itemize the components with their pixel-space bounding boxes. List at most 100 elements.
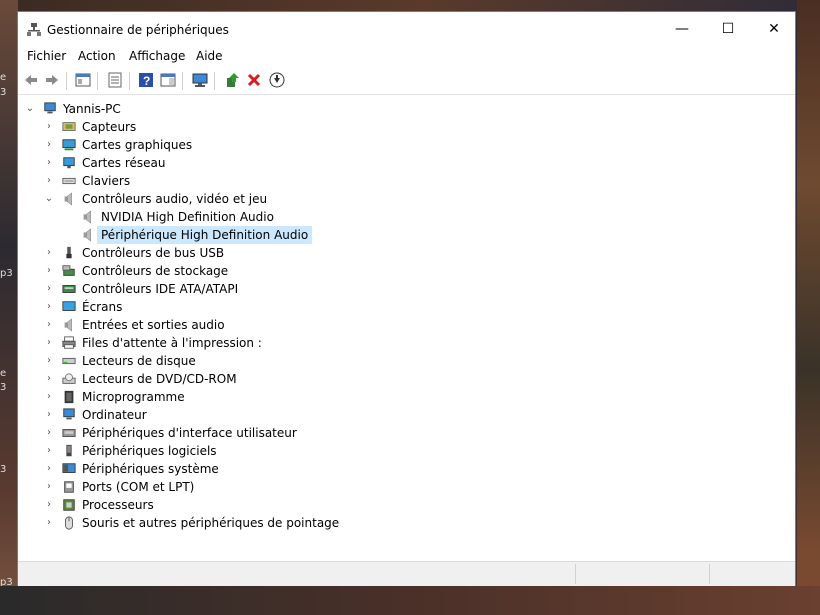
tree-category[interactable]: › Capteurs bbox=[19, 118, 794, 136]
tree-category[interactable]: › Périphériques système bbox=[19, 460, 794, 478]
desktop-text-fragment: 3 bbox=[0, 87, 7, 98]
device-tree: ⌄ Yannis-PC › Capteurs › Cartes graphiques › Ca… bbox=[19, 96, 794, 569]
tree-category[interactable]: › Écrans bbox=[19, 298, 794, 316]
properties-button[interactable] bbox=[107, 72, 123, 88]
speaker-icon bbox=[83, 228, 91, 242]
expand-chevron-icon[interactable]: › bbox=[44, 481, 54, 493]
forward-button[interactable] bbox=[44, 72, 60, 88]
view-button[interactable] bbox=[160, 72, 176, 88]
expand-chevron-icon[interactable]: › bbox=[44, 121, 54, 133]
speaker-icon bbox=[64, 318, 72, 332]
minimize-button[interactable]: — bbox=[659, 12, 705, 45]
red-x-icon bbox=[247, 73, 261, 87]
expand-chevron-icon[interactable]: › bbox=[44, 499, 54, 511]
expand-chevron-icon[interactable]: › bbox=[44, 445, 54, 457]
show-hide-console-button[interactable] bbox=[75, 72, 91, 88]
tree-item-label: Lecteurs de DVD/CD-ROM bbox=[82, 372, 237, 386]
maximize-button[interactable]: ☐ bbox=[705, 12, 751, 45]
desktop-bottom-edge bbox=[0, 586, 820, 615]
tree-category[interactable]: › Ports (COM et LPT) bbox=[19, 478, 794, 496]
download-button[interactable] bbox=[269, 72, 285, 88]
system-device-icon bbox=[62, 463, 76, 473]
menu-affichage[interactable]: Affichage bbox=[129, 49, 185, 63]
expand-chevron-icon[interactable]: › bbox=[44, 355, 54, 367]
dvd-icon bbox=[62, 373, 76, 384]
properties-icon bbox=[108, 72, 122, 88]
tree-item-label: Ports (COM et LPT) bbox=[82, 480, 195, 494]
expand-chevron-icon[interactable]: › bbox=[44, 517, 54, 529]
storage-icon bbox=[62, 265, 75, 276]
tree-category[interactable]: › Contrôleurs de stockage bbox=[19, 262, 794, 280]
tree-item-label: Périphériques d'interface utilisateur bbox=[82, 426, 297, 440]
expand-chevron-icon[interactable]: › bbox=[44, 427, 54, 439]
toolbar-separator bbox=[66, 72, 67, 90]
device-manager-window: Gestionnaire de périphériques — ☐ ✕ Fich… bbox=[17, 11, 796, 586]
tree-item-label: Périphériques système bbox=[82, 462, 219, 476]
expand-chevron-icon[interactable]: › bbox=[44, 409, 54, 421]
firmware-icon bbox=[64, 390, 74, 404]
expand-chevron-icon[interactable]: › bbox=[44, 391, 54, 403]
scan-hardware-button[interactable] bbox=[192, 72, 208, 88]
scan-monitor-icon bbox=[192, 73, 208, 87]
update-driver-button[interactable] bbox=[224, 72, 240, 88]
tree-category[interactable]: › Lecteurs de DVD/CD-ROM bbox=[19, 370, 794, 388]
tree-category[interactable]: › Entrées et sorties audio bbox=[19, 316, 794, 334]
tree-item-label: Ordinateur bbox=[82, 408, 147, 422]
tree-root[interactable]: ⌄ Yannis-PC bbox=[19, 100, 794, 118]
computer-icon bbox=[44, 102, 56, 114]
speaker-icon bbox=[64, 192, 72, 206]
tree-item-label: Écrans bbox=[82, 300, 123, 314]
tree-item-label: Claviers bbox=[82, 174, 131, 188]
uninstall-button[interactable] bbox=[246, 72, 262, 88]
tree-category[interactable]: › Contrôleurs de bus USB bbox=[19, 244, 794, 262]
tree-category[interactable]: › Contrôleurs IDE ATA/ATAPI bbox=[19, 280, 794, 298]
tree-category[interactable]: › Périphériques logiciels bbox=[19, 442, 794, 460]
maximize-icon: ☐ bbox=[721, 20, 735, 37]
desktop-text-fragment: 3 bbox=[0, 464, 7, 475]
menu-aide[interactable]: Aide bbox=[196, 49, 223, 63]
expand-chevron-icon[interactable]: › bbox=[44, 175, 54, 187]
collapse-chevron-icon[interactable]: ⌄ bbox=[25, 103, 35, 115]
tree-category[interactable]: › Claviers bbox=[19, 172, 794, 190]
collapse-chevron-icon[interactable]: ⌄ bbox=[44, 193, 54, 205]
expand-chevron-icon[interactable]: › bbox=[44, 319, 54, 331]
printer-icon bbox=[62, 336, 76, 349]
tree-category[interactable]: ⌄ Contrôleurs audio, vidéo et jeu bbox=[19, 190, 794, 208]
close-button[interactable]: ✕ bbox=[751, 12, 797, 45]
speaker-icon bbox=[83, 210, 91, 224]
network-adapter-icon bbox=[63, 157, 75, 169]
tree-category[interactable]: › Microprogramme bbox=[19, 388, 794, 406]
title-bar[interactable]: Gestionnaire de périphériques — ☐ ✕ bbox=[18, 12, 795, 45]
menu-action[interactable]: Action bbox=[78, 49, 116, 63]
tree-category[interactable]: › Files d'attente à l'impression : bbox=[19, 334, 794, 352]
help-button[interactable]: ? bbox=[138, 72, 154, 88]
tree-item-label: Souris et autres périphériques de pointa… bbox=[82, 516, 340, 530]
tree-category[interactable]: › Cartes graphiques bbox=[19, 136, 794, 154]
desktop-left-edge: e 3 p3 e 3 3 p3 bbox=[0, 0, 18, 615]
tree-category[interactable]: › Cartes réseau bbox=[19, 154, 794, 172]
toolbar-separator bbox=[214, 72, 215, 90]
tree-category[interactable]: › Processeurs bbox=[19, 496, 794, 514]
back-button[interactable] bbox=[23, 72, 39, 88]
tree-category[interactable]: › Souris et autres périphériques de point… bbox=[19, 514, 794, 532]
expand-chevron-icon[interactable]: › bbox=[44, 301, 54, 313]
tree-category[interactable]: › Périphériques d'interface utilisateur bbox=[19, 424, 794, 442]
expand-chevron-icon[interactable]: › bbox=[44, 139, 54, 151]
expand-chevron-icon[interactable]: › bbox=[44, 463, 54, 475]
tree-device-selected[interactable]: Périphérique High Definition Audio bbox=[19, 226, 794, 244]
forward-arrow-icon bbox=[46, 75, 58, 85]
expand-chevron-icon[interactable]: › bbox=[44, 283, 54, 295]
expand-chevron-icon[interactable]: › bbox=[44, 265, 54, 277]
tree-item-label: Contrôleurs IDE ATA/ATAPI bbox=[82, 282, 239, 296]
port-icon bbox=[64, 481, 74, 493]
close-icon: ✕ bbox=[768, 20, 780, 37]
expand-chevron-icon[interactable]: › bbox=[44, 373, 54, 385]
expand-chevron-icon[interactable]: › bbox=[44, 247, 54, 259]
tree-category[interactable]: › Ordinateur bbox=[19, 406, 794, 424]
expand-chevron-icon[interactable]: › bbox=[44, 337, 54, 349]
menu-fichier[interactable]: Fichier bbox=[27, 49, 66, 63]
tree-category[interactable]: › Lecteurs de disque bbox=[19, 352, 794, 370]
expand-chevron-icon[interactable]: › bbox=[44, 157, 54, 169]
processor-icon bbox=[63, 499, 75, 511]
tree-device[interactable]: NVIDIA High Definition Audio bbox=[19, 208, 794, 226]
